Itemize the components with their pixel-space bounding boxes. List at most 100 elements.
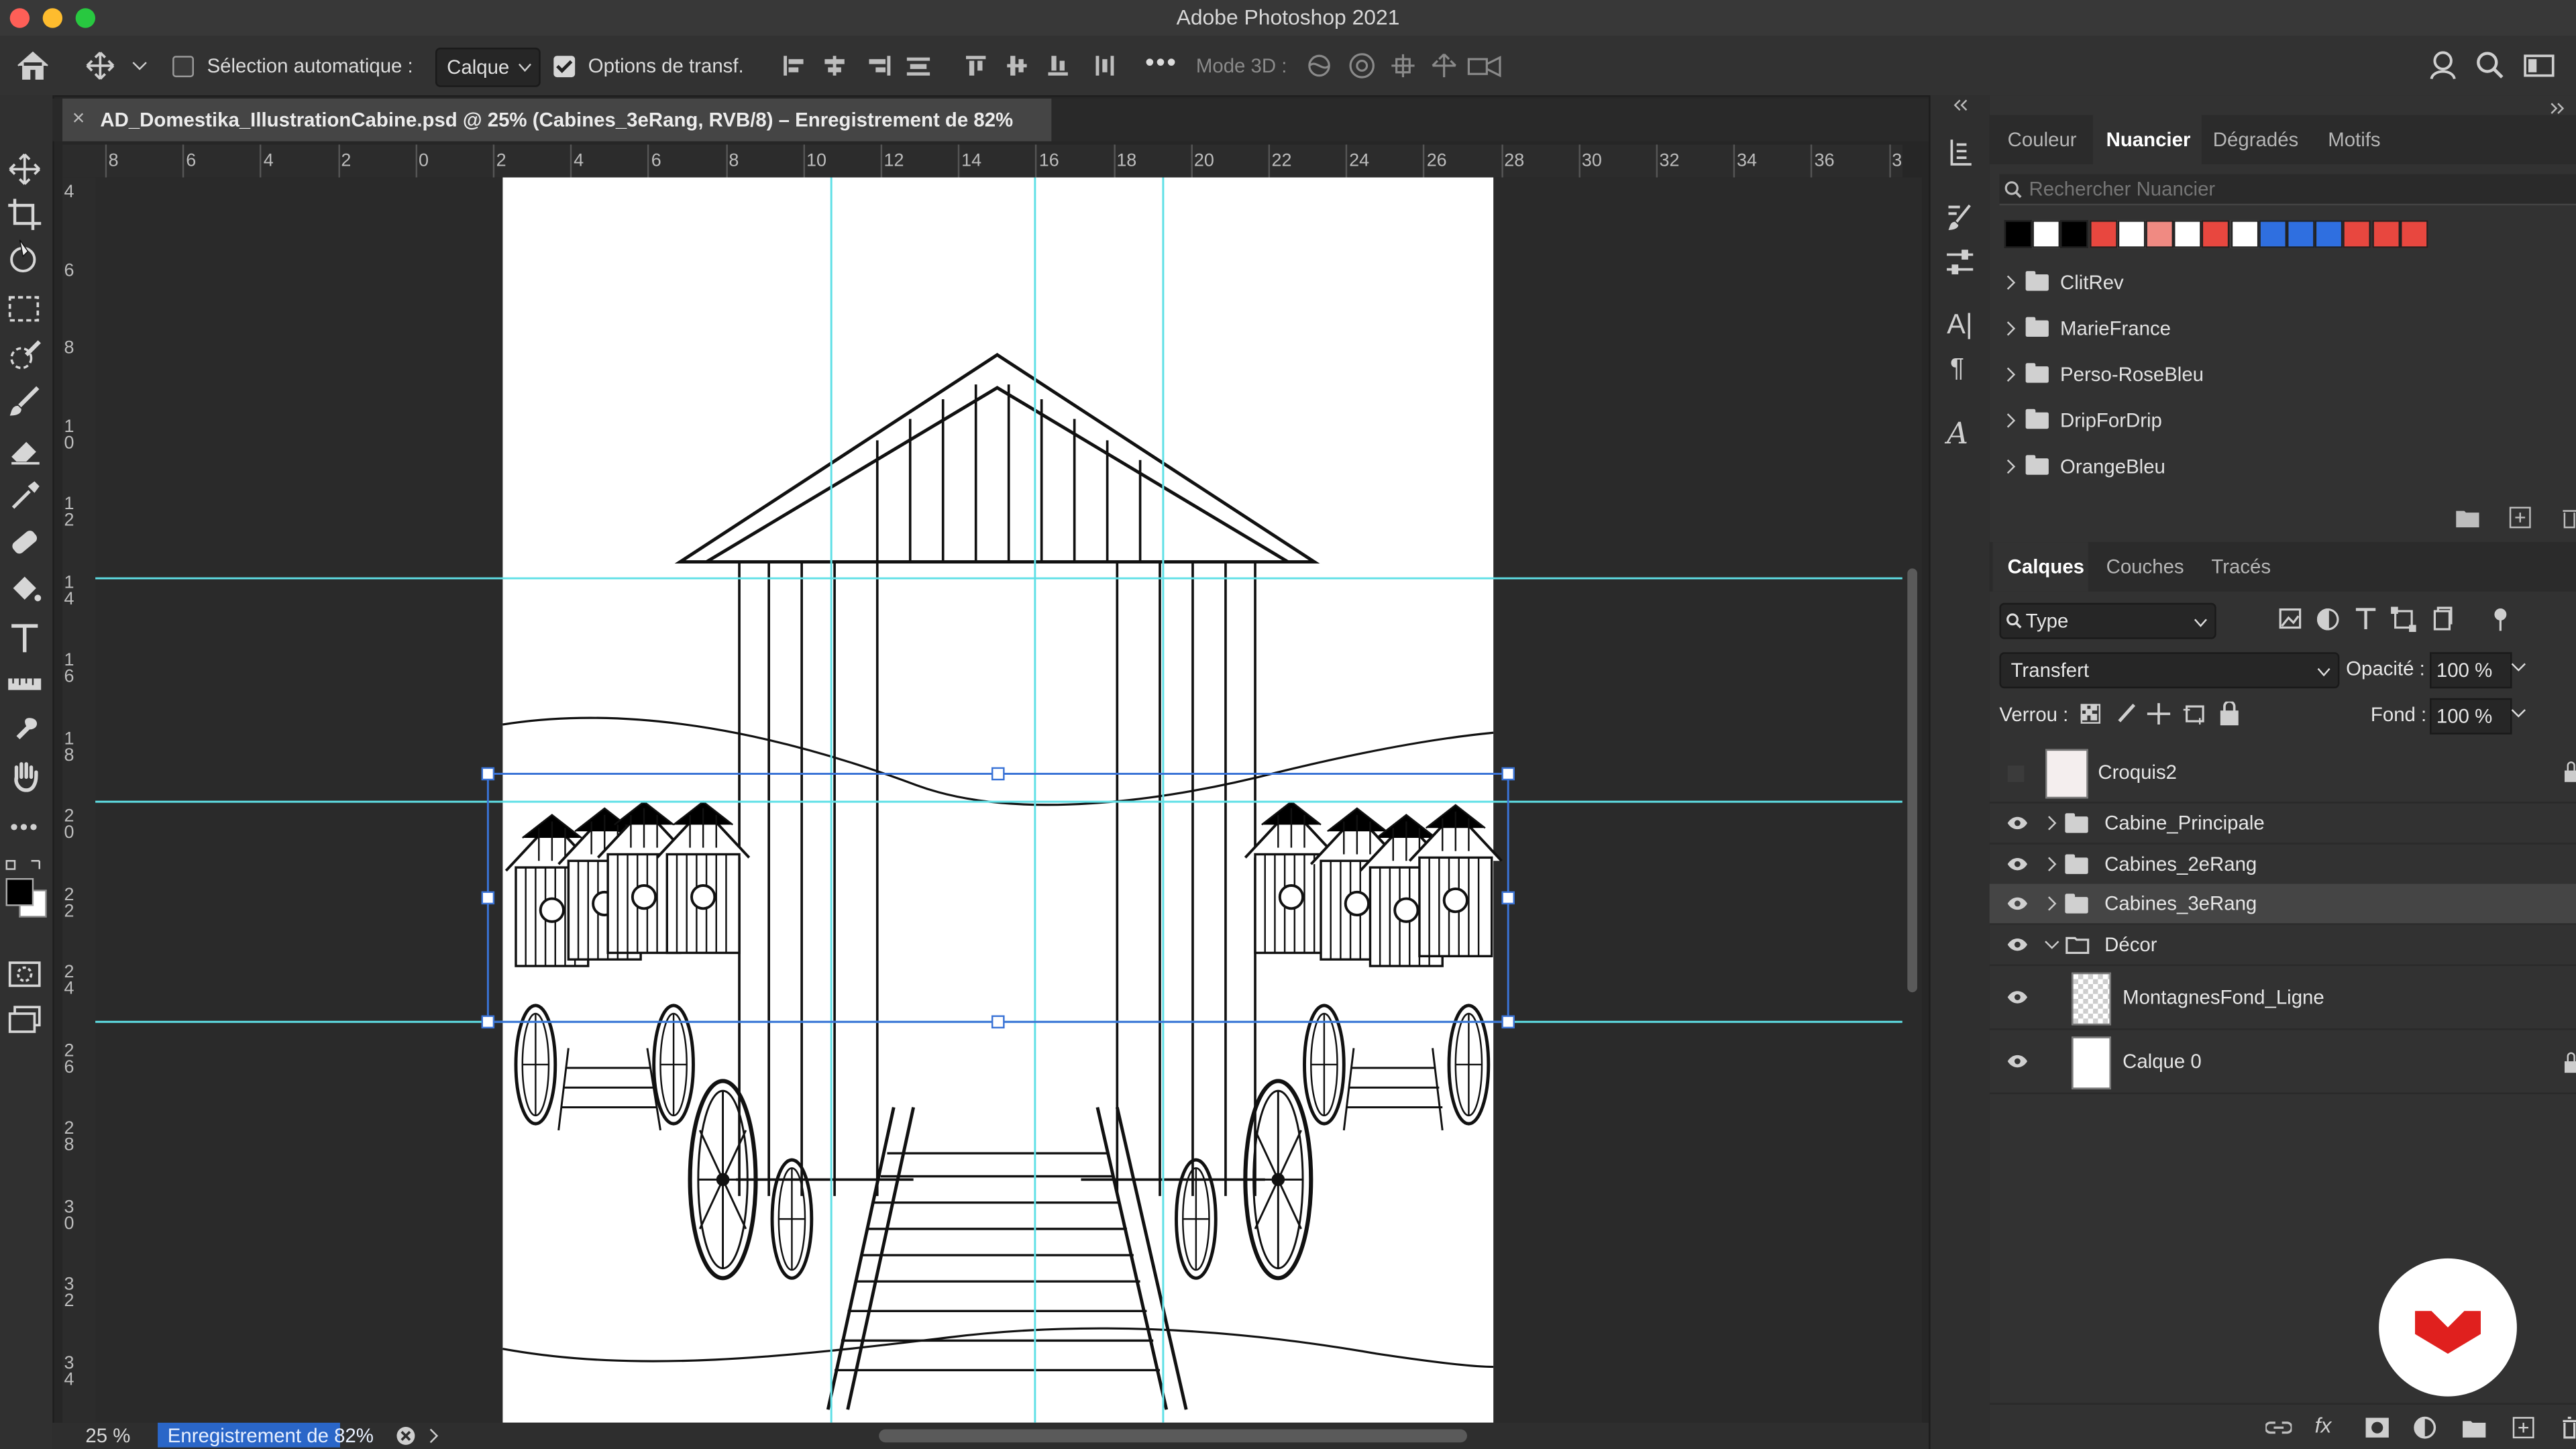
color-swatches[interactable] [3,857,50,943]
adjustment-layer-icon[interactable] [2414,1416,2436,1439]
chevron-right-icon[interactable] [2006,321,2016,337]
layer-filter-icons[interactable] [2277,606,2507,633]
cancel-save-icon[interactable] [396,1426,415,1446]
eye-icon[interactable] [2007,938,2028,951]
layer-mask-icon[interactable] [2364,1416,2390,1439]
swatch-group-perso-rosebleu[interactable]: Perso-RoseBleu [1990,352,2576,398]
chevron-right-icon[interactable] [2006,413,2016,429]
adjustments-icon[interactable] [1943,246,1976,279]
screen-mode-icon[interactable] [7,1002,43,1038]
paint-bucket-icon[interactable] [7,572,43,608]
layer-row-cabines-2erang[interactable]: Cabines_2eRang [1989,845,2576,886]
layer-row-decor[interactable]: Décor [1989,925,2576,967]
vertical-scroll-thumb[interactable] [1907,568,1917,993]
chevron-right-icon[interactable] [2047,856,2057,872]
lock-icons[interactable] [2080,701,2244,727]
edit-toolbar-icon[interactable]: ••• [7,808,43,845]
layer-row-calque-0[interactable]: Calque 0 [1989,1030,2576,1095]
zoom-level[interactable]: 25 % [85,1424,130,1447]
type-tool-icon[interactable] [7,621,43,657]
tab-color[interactable]: Couleur [2008,128,2077,151]
eye-icon[interactable] [2007,1055,2028,1068]
swatch-group-mariefrance[interactable]: MarieFrance [1990,306,2576,352]
eye-icon[interactable] [2007,816,2028,830]
tab-paths[interactable]: Tracés [2211,555,2271,578]
new-group-icon[interactable] [2455,506,2481,529]
home-icon[interactable] [15,49,51,82]
chevron-right-icon[interactable] [2006,274,2016,290]
color-swatch[interactable] [2315,220,2343,248]
marquee-tool-icon[interactable] [7,290,43,327]
opacity-field[interactable]: 100 % [2430,652,2512,689]
collapse-dock-icon[interactable] [1951,99,1968,112]
new-swatch-icon[interactable] [2509,506,2532,529]
frame-tool-icon[interactable] [7,239,43,276]
delete-layer-icon[interactable] [2560,1416,2576,1439]
swatch-search-input[interactable] [2029,176,2555,201]
history-icon[interactable] [1943,135,1976,171]
brush-settings-icon[interactable] [1943,201,1976,233]
canvas-area[interactable] [95,177,1902,1423]
quick-selection-icon[interactable] [7,338,43,374]
chevron-right-icon[interactable] [2006,458,2016,474]
chevron-right-icon[interactable] [2047,815,2057,831]
color-swatch[interactable] [2343,220,2371,248]
auto-select-checkbox[interactable] [172,56,194,78]
color-swatch[interactable] [2287,220,2315,248]
layer-filter-dropdown[interactable]: Type [1999,602,2216,639]
eye-icon[interactable] [2007,991,2028,1004]
color-swatch[interactable] [2117,220,2145,248]
fx-icon[interactable]: fx [2315,1413,2332,1438]
color-swatch[interactable] [2258,220,2287,248]
user-search-icon[interactable] [2428,49,2461,82]
swatch-group-clitrev[interactable]: ClitRev [1990,260,2576,306]
tab-channels[interactable]: Couches [2106,555,2184,578]
workspace-icon[interactable] [2524,52,2557,78]
paragraph-panel-icon[interactable]: ¶ [1950,355,1964,384]
move-tool-icon[interactable] [85,51,115,80]
chevron-right-icon[interactable] [427,1428,441,1444]
color-swatch[interactable] [2145,220,2174,248]
tab-patterns[interactable]: Motifs [2328,128,2380,151]
fill-field[interactable]: 100 % [2430,698,2512,735]
transform-controls-checkbox[interactable] [553,56,576,78]
color-swatch[interactable] [2089,220,2117,248]
brush-tool-icon[interactable] [7,384,43,421]
eraser-tool-icon[interactable] [7,432,43,468]
layer-row-cabines-3erang[interactable]: Cabines_3eRang [1989,883,2576,925]
visibility-toggle-off[interactable] [2007,765,2025,782]
color-swatch[interactable] [2032,220,2061,248]
eye-icon[interactable] [2007,857,2028,871]
color-swatch[interactable] [2004,220,2033,248]
eye-icon[interactable] [2007,897,2028,910]
close-document-icon[interactable]: × [72,105,85,130]
tab-swatches[interactable]: Nuancier [2106,128,2191,151]
chevron-right-icon[interactable] [2006,366,2016,382]
swatch-search[interactable] [1999,174,2576,206]
hand-tool-icon[interactable] [7,759,43,795]
healing-brush-icon[interactable] [7,524,43,560]
layer-row-croquis2[interactable]: Croquis2 [1989,743,2576,804]
ruler-tool-icon[interactable] [7,674,43,696]
document-tab[interactable]: × AD_Domestika_IllustrationCabine.psd @ … [62,98,1052,142]
vertical-scrollbar[interactable] [1902,177,1923,1423]
collapse-panels-icon[interactable] [2550,102,2566,115]
color-swatch[interactable] [2202,220,2231,248]
tab-gradients[interactable]: Dégradés [2213,128,2298,151]
quick-mask-icon[interactable] [7,956,43,992]
auto-select-dropdown[interactable]: Calque [435,48,541,87]
search-icon[interactable] [2476,51,2506,80]
layer-row-cabine-principale[interactable]: Cabine_Principale [1989,804,2576,845]
swatch-group-orangebleu[interactable]: OrangeBleu [1990,443,2576,490]
delete-icon[interactable] [2560,506,2576,529]
eyedropper-tool-icon[interactable] [7,478,43,515]
chevron-down-icon[interactable] [2509,708,2528,722]
align-buttons[interactable] [779,52,1124,78]
chevron-right-icon[interactable] [2047,896,2057,912]
tab-layers[interactable]: Calques [2008,555,2084,578]
chevron-down-icon[interactable] [131,61,148,71]
color-swatch[interactable] [2061,220,2089,248]
swatch-group-dripfordrip[interactable]: DripForDrip [1990,398,2576,444]
character-panel-icon[interactable]: A| [1947,309,1973,341]
glyphs-panel-icon[interactable]: A [1947,417,1968,451]
